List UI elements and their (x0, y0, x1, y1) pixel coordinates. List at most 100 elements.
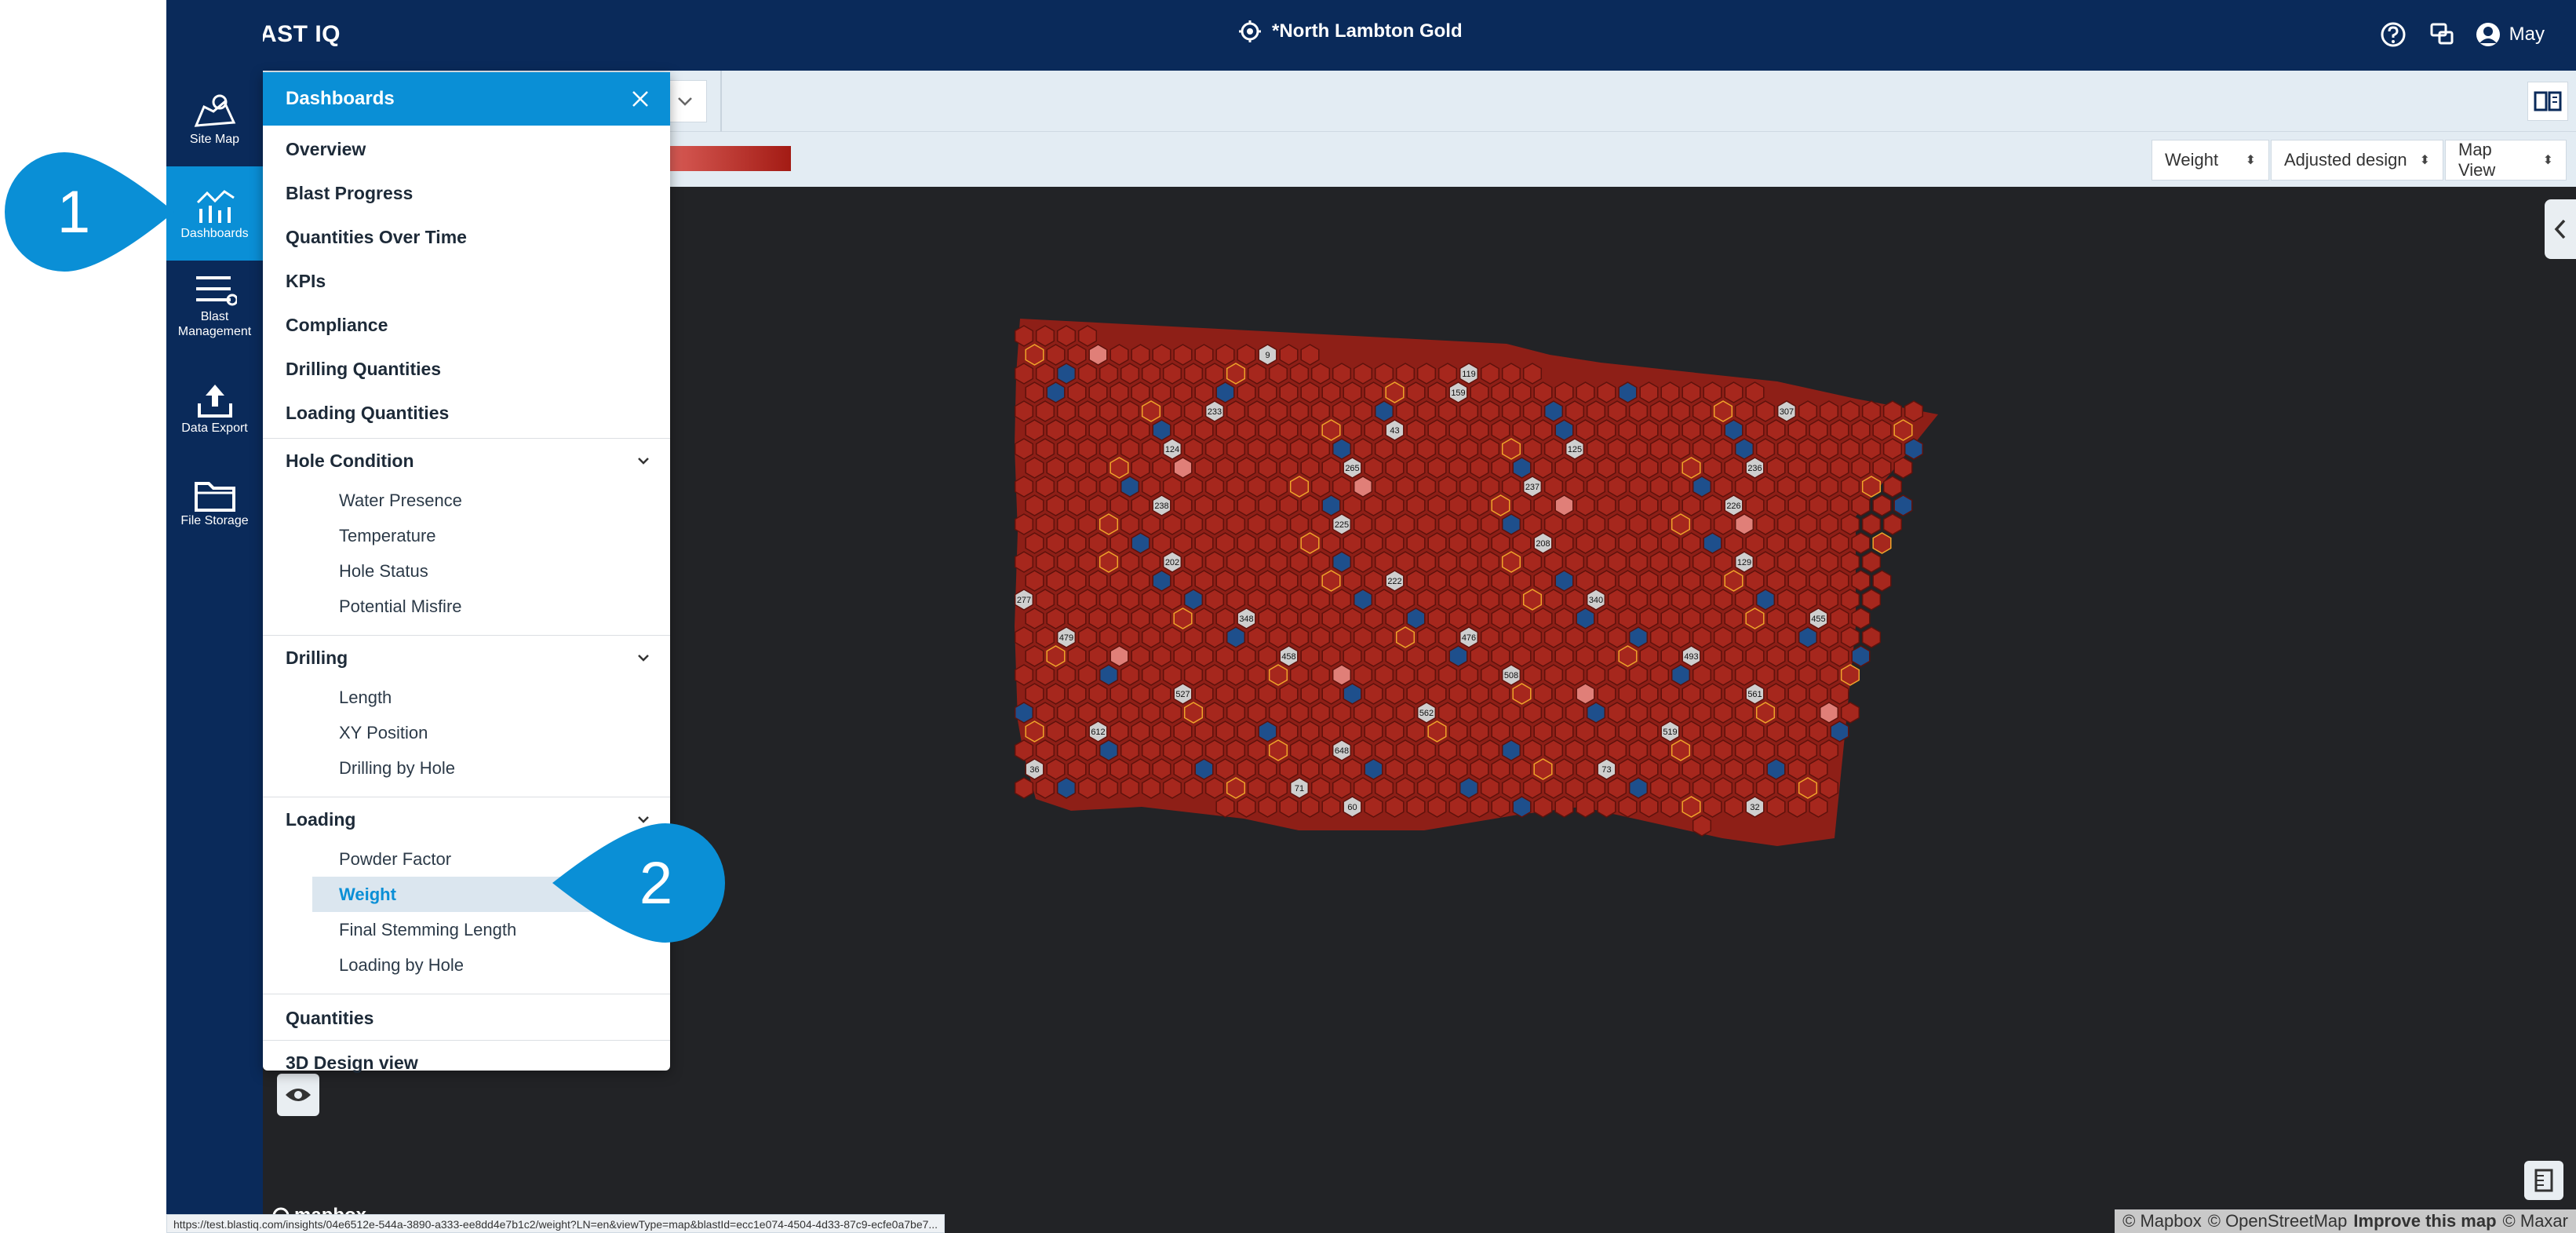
blast-hole[interactable] (1268, 551, 1288, 573)
blast-hole[interactable] (1904, 438, 1924, 460)
blast-hole[interactable] (1798, 438, 1818, 460)
menu-item-quantities[interactable]: Quantities (263, 996, 670, 1040)
blast-hole[interactable] (1152, 758, 1171, 780)
blast-hole[interactable] (1395, 777, 1416, 799)
blast-hole[interactable] (1554, 457, 1574, 479)
blast-hole[interactable] (1437, 664, 1458, 686)
blast-hole[interactable] (1639, 494, 1659, 516)
blast-hole[interactable] (1374, 739, 1394, 761)
blast-hole[interactable] (1099, 777, 1119, 799)
blast-hole[interactable] (1237, 645, 1256, 667)
blast-hole[interactable] (1660, 419, 1680, 441)
blast-hole[interactable] (1321, 381, 1341, 403)
blast-hole[interactable] (1204, 438, 1225, 460)
blast-hole[interactable] (1554, 683, 1574, 705)
blast-hole[interactable] (1343, 758, 1362, 780)
blast-hole[interactable] (1766, 457, 1786, 479)
blast-hole[interactable] (1703, 494, 1722, 516)
blast-hole[interactable] (1861, 400, 1882, 422)
blast-hole[interactable] (1798, 400, 1818, 422)
blast-hole[interactable] (1671, 476, 1691, 498)
blast-hole[interactable] (1533, 457, 1553, 479)
blast-hole[interactable] (1512, 645, 1532, 667)
blast-hole[interactable] (1099, 476, 1119, 498)
blast-hole[interactable] (1840, 626, 1860, 648)
close-icon[interactable] (631, 89, 650, 108)
blast-hole[interactable] (1840, 702, 1860, 724)
blast-hole[interactable] (1533, 381, 1553, 403)
blast-hole[interactable] (1215, 344, 1235, 366)
blast-hole[interactable] (1056, 400, 1077, 422)
blast-hole[interactable] (1480, 551, 1500, 573)
blast-hole[interactable] (1268, 513, 1288, 535)
blast-hole[interactable] (1353, 438, 1373, 460)
blast-hole[interactable] (1046, 607, 1066, 629)
blast-hole[interactable] (1522, 626, 1543, 648)
blast-hole[interactable] (1766, 683, 1786, 705)
blast-hole[interactable] (1215, 758, 1235, 780)
blast-hole[interactable] (1437, 513, 1458, 535)
blast-hole[interactable] (1724, 607, 1743, 629)
blast-hole[interactable] (1618, 570, 1638, 592)
blast-hole[interactable] (1395, 400, 1416, 422)
blast-hole[interactable] (1077, 589, 1098, 611)
blast-hole[interactable] (1035, 626, 1055, 648)
blast-hole[interactable] (1554, 381, 1574, 403)
blast-hole[interactable] (1724, 570, 1743, 592)
blast-hole[interactable] (1671, 400, 1691, 422)
blast-hole[interactable] (1247, 513, 1267, 535)
site-selector[interactable]: *North Lambton Gold (1239, 20, 1463, 42)
attribution-mapbox[interactable]: © Mapbox (2122, 1211, 2202, 1231)
blast-hole[interactable] (1565, 702, 1585, 724)
blast-hole[interactable] (1194, 494, 1214, 516)
blast-hole[interactable] (1109, 344, 1129, 366)
blast-hole[interactable] (1480, 664, 1500, 686)
blast-hole[interactable] (1682, 494, 1701, 516)
blast-hole[interactable] (1597, 683, 1616, 705)
blast-hole[interactable] (1364, 419, 1383, 441)
blast-hole[interactable] (1724, 457, 1743, 479)
blast-hole[interactable] (1819, 513, 1839, 535)
blast-hole[interactable] (1321, 494, 1341, 516)
blast-hole[interactable] (1067, 381, 1087, 403)
blast-hole[interactable] (1332, 664, 1352, 686)
blast-hole[interactable] (1682, 532, 1701, 554)
blast-hole[interactable] (1268, 664, 1288, 686)
blast-hole[interactable] (1543, 777, 1564, 799)
blast-hole[interactable] (1713, 739, 1733, 761)
blast-hole[interactable] (1776, 739, 1797, 761)
blast-hole[interactable] (1861, 589, 1882, 611)
blast-hole[interactable] (1776, 664, 1797, 686)
blast-hole[interactable] (1332, 626, 1352, 648)
blast-hole[interactable] (1448, 607, 1468, 629)
blast-hole[interactable] (1554, 645, 1574, 667)
blast-hole[interactable] (1512, 532, 1532, 554)
blast-hole[interactable] (1448, 758, 1468, 780)
blast-hole[interactable] (1406, 796, 1426, 818)
blast-hole[interactable] (1035, 400, 1055, 422)
blast-hole[interactable] (1576, 683, 1595, 705)
blast-hole[interactable] (1406, 419, 1426, 441)
ruler-button[interactable] (2524, 1161, 2563, 1200)
blast-hole[interactable] (1512, 570, 1532, 592)
blast-hole[interactable] (1120, 664, 1140, 686)
blast-hole[interactable] (1395, 363, 1416, 385)
blast-hole[interactable] (1310, 702, 1331, 724)
blast-hole[interactable] (1385, 607, 1405, 629)
blast-hole[interactable] (1173, 457, 1193, 479)
blast-hole[interactable] (1437, 400, 1458, 422)
blast-hole[interactable] (1088, 494, 1108, 516)
blast-hole[interactable] (1173, 494, 1193, 516)
group-header-drilling[interactable]: Drilling (263, 636, 670, 680)
blast-hole[interactable] (1310, 363, 1331, 385)
blast-hole[interactable] (1649, 400, 1670, 422)
blast-hole[interactable] (1830, 570, 1849, 592)
blast-hole[interactable] (1067, 419, 1087, 441)
blast-hole[interactable] (1554, 796, 1574, 818)
blast-hole[interactable] (1491, 457, 1510, 479)
blast-hole[interactable] (1077, 438, 1098, 460)
blast-hole[interactable] (1364, 532, 1383, 554)
blast-hole[interactable] (1395, 664, 1416, 686)
blast-hole[interactable] (1565, 589, 1585, 611)
blast-hole[interactable] (1755, 476, 1776, 498)
